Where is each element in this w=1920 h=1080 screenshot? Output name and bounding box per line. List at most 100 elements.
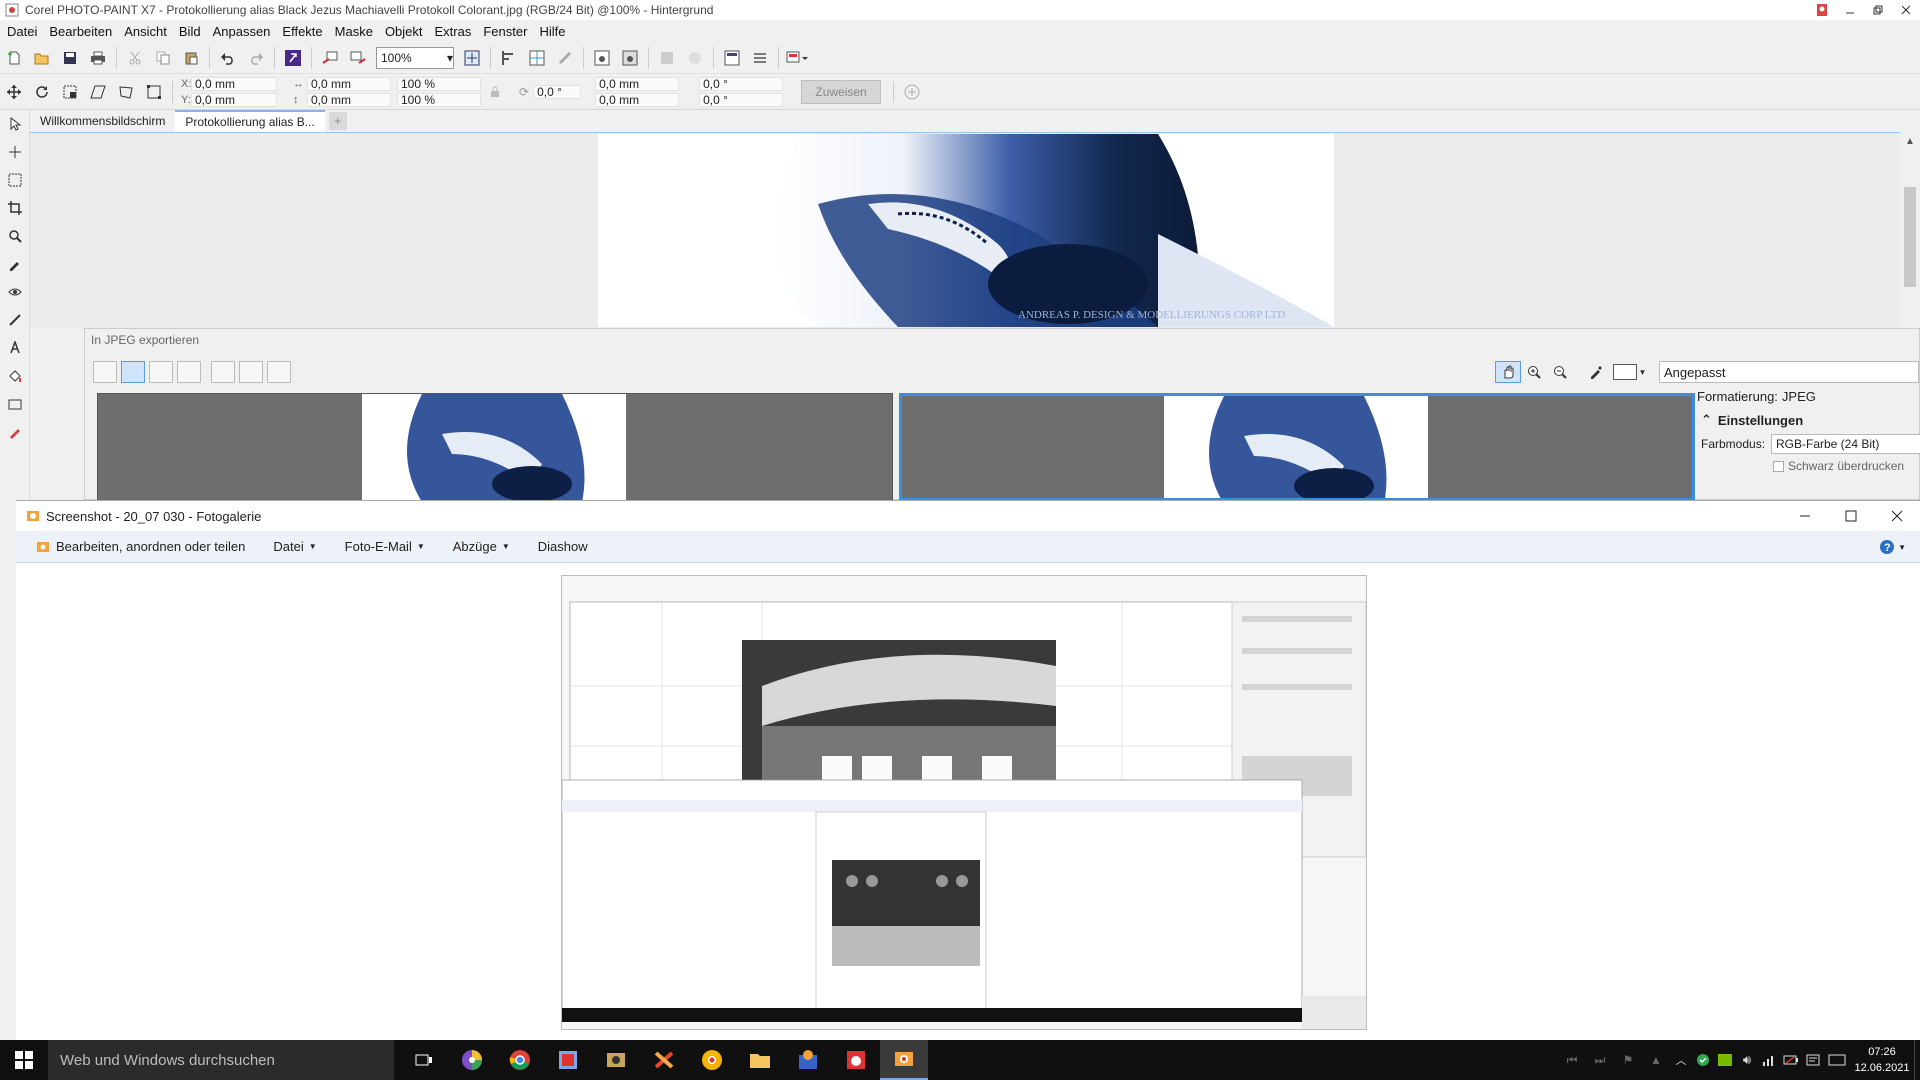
split-vertical-view-icon[interactable] xyxy=(121,361,145,383)
rectangle-tool-icon[interactable] xyxy=(0,390,30,418)
skew-icon[interactable] xyxy=(84,79,112,105)
zoom-fit-icon[interactable] xyxy=(458,45,486,71)
scroll-thumb[interactable] xyxy=(1904,187,1916,287)
paste-icon[interactable] xyxy=(177,45,205,71)
taskbar-search-input[interactable]: Web und Windows durchsuchen xyxy=(48,1040,394,1080)
menu-anpassen[interactable]: Anpassen xyxy=(213,24,271,39)
menu-extras[interactable]: Extras xyxy=(435,24,472,39)
user-icon[interactable] xyxy=(1808,0,1836,20)
help-button[interactable]: ? ▼ xyxy=(1879,539,1906,555)
email-menu-button[interactable]: Foto-E-Mail ▼ xyxy=(345,539,425,554)
undo-icon[interactable] xyxy=(214,45,242,71)
corel-capture-icon[interactable] xyxy=(832,1040,880,1080)
vertical-scrollbar[interactable]: ▲ xyxy=(1900,132,1920,328)
width-input[interactable]: 0,0 mm xyxy=(307,76,391,91)
minimize-button[interactable] xyxy=(1836,0,1864,20)
volume-icon[interactable]: 🔊︎ xyxy=(1736,1040,1758,1080)
task-view-icon[interactable] xyxy=(400,1040,448,1080)
fill-tool-icon[interactable] xyxy=(0,362,30,390)
center-y-input[interactable]: 0,0 mm xyxy=(595,92,680,107)
scroll-up-icon[interactable]: ▲ xyxy=(1905,136,1915,147)
clock[interactable]: 07:26 12.06.2021 xyxy=(1850,1044,1914,1076)
close-button[interactable] xyxy=(1892,0,1920,20)
actual-size-icon[interactable] xyxy=(239,361,263,383)
displayed-photo[interactable] xyxy=(561,575,1367,1030)
hand-icon[interactable] xyxy=(1495,361,1521,383)
mask-visible-icon[interactable] xyxy=(588,45,616,71)
slideshow-button[interactable]: Diashow xyxy=(538,539,588,554)
show-desktop-button[interactable] xyxy=(1914,1040,1920,1080)
picasa-icon[interactable] xyxy=(448,1040,496,1080)
menu-hilfe[interactable]: Hilfe xyxy=(539,24,565,39)
explorer-icon[interactable] xyxy=(736,1040,784,1080)
guidelines-icon[interactable] xyxy=(523,45,551,71)
save-icon[interactable] xyxy=(56,45,84,71)
menu-datei[interactable]: Datei xyxy=(7,24,37,39)
effect-tool-icon[interactable] xyxy=(0,306,30,334)
paint-tool-icon[interactable] xyxy=(0,418,30,446)
height-input[interactable]: 0,0 mm xyxy=(307,92,391,107)
preview-zoom-select[interactable]: Angepasst xyxy=(1659,361,1919,383)
file-menu-button[interactable]: Datei ▼ xyxy=(273,539,316,554)
perspective-icon[interactable] xyxy=(140,79,168,105)
color-mode-select[interactable]: RGB-Farbe (24 Bit) xyxy=(1771,434,1920,454)
edit-arrange-share-button[interactable]: Bearbeiten, anordnen oder teilen xyxy=(36,539,245,554)
scale-width-input[interactable]: 100 % xyxy=(397,76,481,91)
crop-tool-icon[interactable] xyxy=(0,194,30,222)
menu-bild[interactable]: Bild xyxy=(179,24,201,39)
pdf-app-icon[interactable] xyxy=(640,1040,688,1080)
import-icon[interactable] xyxy=(316,45,344,71)
network-icon[interactable] xyxy=(1758,1040,1780,1080)
scale-height-input[interactable]: 100 % xyxy=(397,92,481,107)
pick-tool-icon[interactable] xyxy=(0,110,30,138)
mask-tool-icon[interactable] xyxy=(0,166,30,194)
rotate-icon[interactable] xyxy=(28,79,56,105)
skew-h-input[interactable]: 0,0 ° xyxy=(699,76,784,91)
menu-objekt[interactable]: Objekt xyxy=(385,24,423,39)
quad-view-icon[interactable] xyxy=(177,361,201,383)
zoom-100-icon[interactable] xyxy=(267,361,291,383)
move-icon[interactable] xyxy=(0,79,28,105)
chrome-app-icon[interactable] xyxy=(688,1040,736,1080)
menu-fenster[interactable]: Fenster xyxy=(483,24,527,39)
media-next-icon[interactable]: ⏭ xyxy=(1586,1040,1614,1080)
tab-document[interactable]: Protokollierung alias B... xyxy=(175,110,325,132)
split-horizontal-view-icon[interactable] xyxy=(149,361,173,383)
export-icon[interactable] xyxy=(344,45,372,71)
chrome-icon[interactable] xyxy=(496,1040,544,1080)
original-preview[interactable] xyxy=(97,393,893,501)
zoom-out-icon[interactable] xyxy=(1547,361,1573,383)
corel-launcher-icon[interactable] xyxy=(279,45,307,71)
y-position-input[interactable]: 0,0 mm xyxy=(191,92,277,107)
keyboard-icon[interactable] xyxy=(1824,1040,1850,1080)
center-x-input[interactable]: 0,0 mm xyxy=(595,76,680,91)
fit-to-window-icon[interactable] xyxy=(211,361,235,383)
settings-section-header[interactable]: ⌃ Einstellungen xyxy=(1697,412,1920,428)
restore-button[interactable] xyxy=(1864,0,1892,20)
media-prev-icon[interactable]: ⏮ xyxy=(1558,1040,1586,1080)
print-icon[interactable] xyxy=(84,45,112,71)
paint-app-icon[interactable] xyxy=(784,1040,832,1080)
show-hidden-icons-icon[interactable]: ︿ xyxy=(1670,1040,1692,1080)
rotation-input[interactable]: 0,0 ° xyxy=(533,84,582,99)
assign-button[interactable]: Zuweisen xyxy=(801,79,882,104)
battery-icon[interactable] xyxy=(1780,1040,1802,1080)
cut-icon[interactable] xyxy=(121,45,149,71)
single-view-icon[interactable] xyxy=(93,361,117,383)
add-tab-icon[interactable]: + xyxy=(328,112,347,130)
zoom-in-icon[interactable] xyxy=(1521,361,1547,383)
copy-icon[interactable] xyxy=(149,45,177,71)
tab-welcome[interactable]: Willkommensbildschirm xyxy=(30,110,175,132)
notifications-icon[interactable] xyxy=(1802,1040,1824,1080)
gallery-close-button[interactable] xyxy=(1874,501,1920,531)
transform-tool-icon[interactable] xyxy=(0,138,30,166)
menu-effekte[interactable]: Effekte xyxy=(282,24,322,39)
object-icon[interactable] xyxy=(653,45,681,71)
lock-ratio-icon[interactable] xyxy=(481,79,509,105)
overprint-checkbox[interactable] xyxy=(1773,460,1784,472)
mask-overlay-icon[interactable] xyxy=(616,45,644,71)
text-tool-icon[interactable] xyxy=(0,334,30,362)
security-icon[interactable] xyxy=(1692,1040,1714,1080)
windows-start-icon[interactable] xyxy=(0,1040,48,1080)
options-icon[interactable] xyxy=(746,45,774,71)
